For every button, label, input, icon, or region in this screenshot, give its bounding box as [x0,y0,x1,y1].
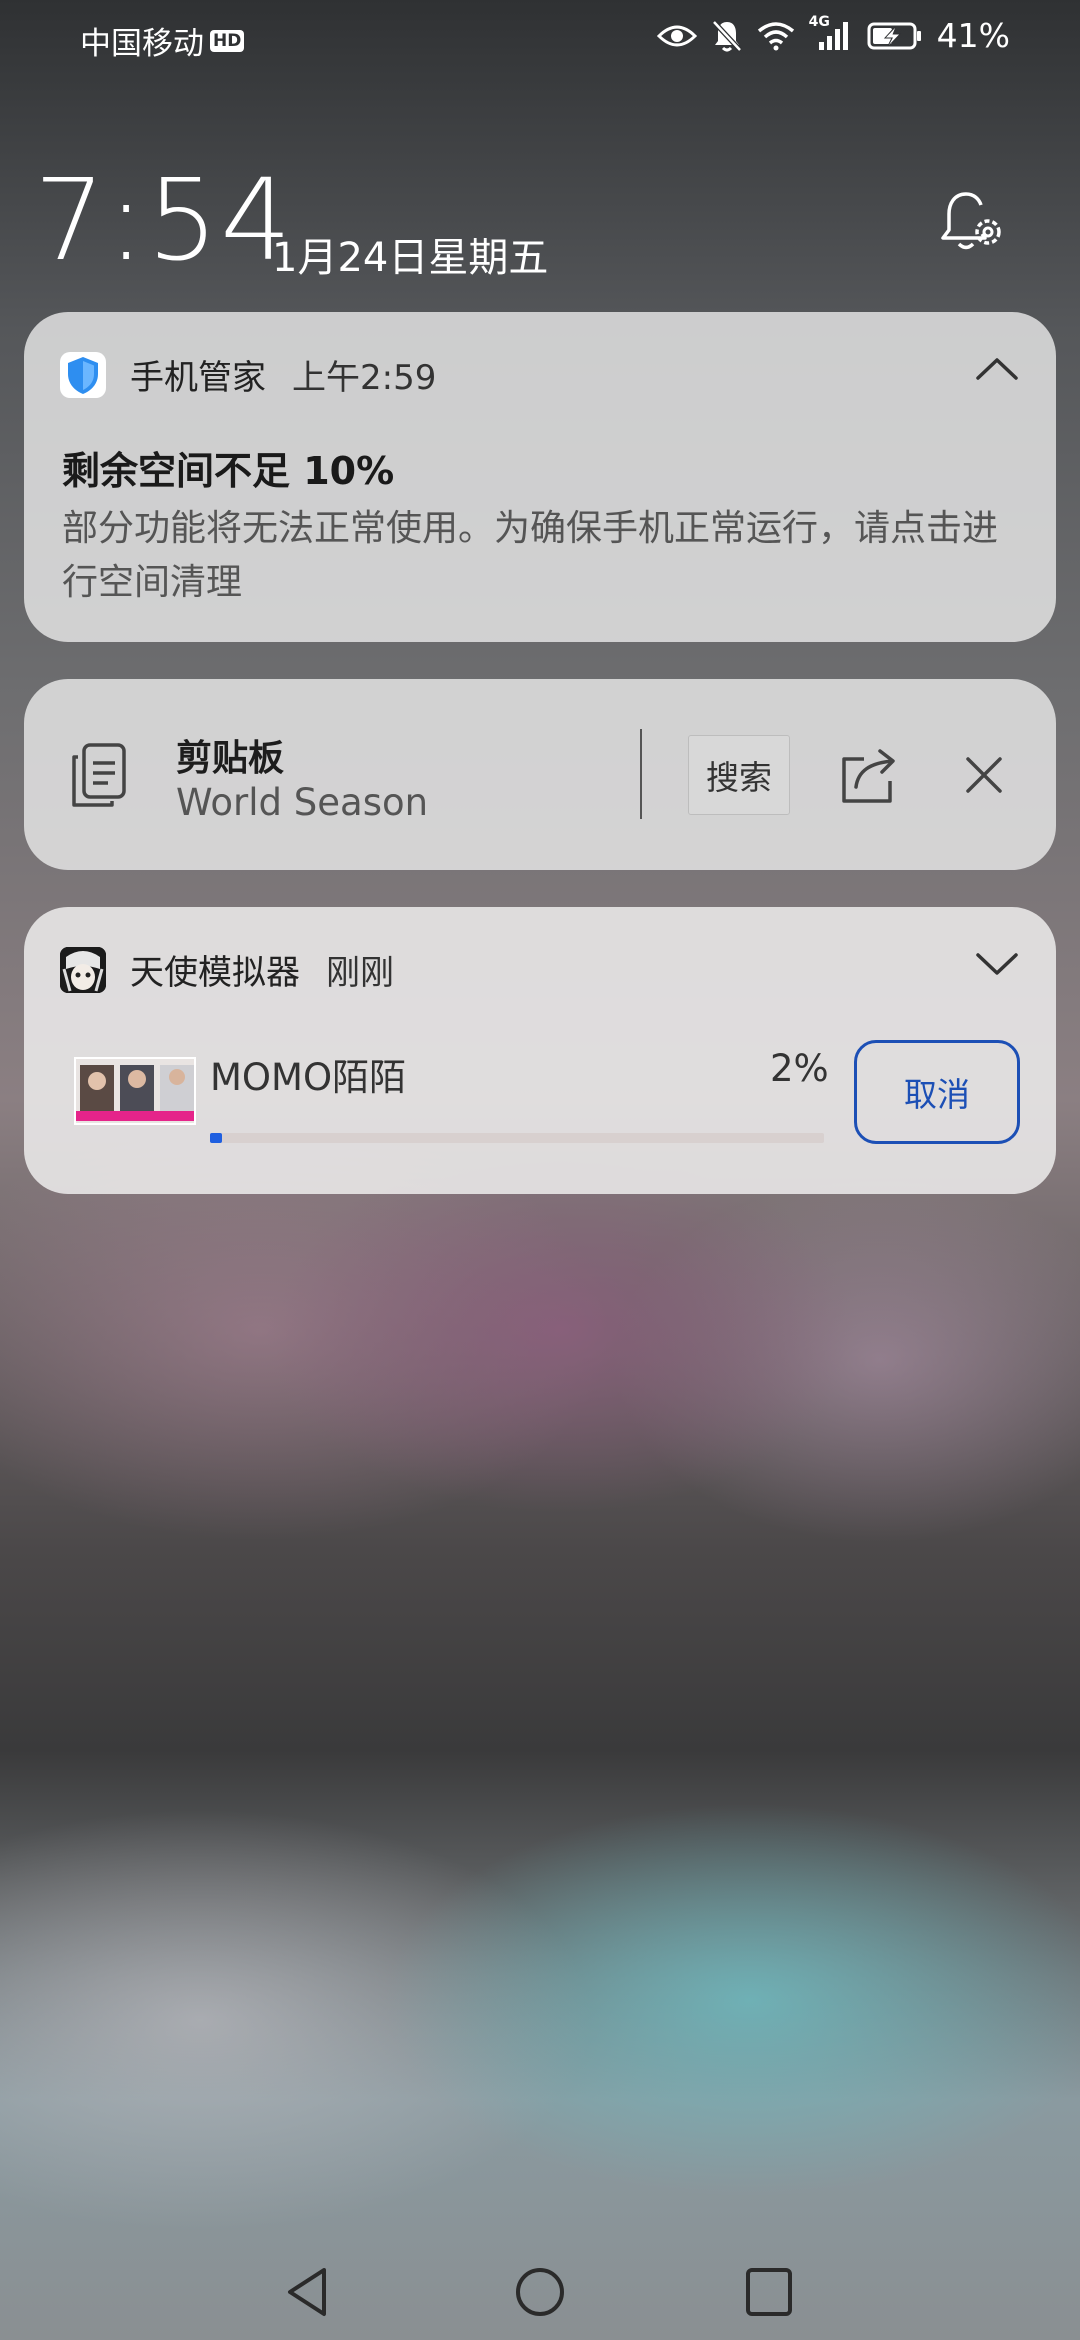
battery-percentage: 41% [936,16,1010,55]
recents-icon[interactable] [744,2266,794,2318]
clipboard-card[interactable]: 剪贴板 World Season 搜索 [24,679,1056,870]
hd-badge: HD [210,29,245,52]
clock-date: 1月24日星期五 [272,235,549,281]
download-file-name: MOMO陌陌 [210,1056,407,1099]
share-icon[interactable] [836,745,898,805]
wifi-icon [757,21,794,50]
shield-icon [68,356,98,394]
carrier-name: 中国移动 [80,26,204,62]
close-icon[interactable] [964,755,1004,795]
battery-charging-icon [867,22,921,49]
notification-header: 手机管家 上午2:59 [60,350,436,399]
eye-icon [656,25,697,46]
signal-icon: 4G [809,14,853,52]
clipboard-search-button[interactable]: 搜索 [688,735,790,815]
download-progress-fill [210,1133,223,1143]
download-notification-card[interactable]: 天使模拟器 刚刚 MOMO陌陌 2% 取消 [24,907,1056,1194]
cancel-download-button[interactable]: 取消 [854,1040,1020,1144]
storage-notification-card[interactable]: 手机管家 上午2:59 剩余空间不足 10% 部分功能将无法正常使用。为确保手机… [24,312,1056,642]
download-progress-text: 2% [770,1047,829,1090]
phone-manager-app-icon [60,351,106,398]
angel-emulator-app-icon [60,946,106,993]
navigation-bar [0,2240,1080,2340]
clipboard-content: World Season [176,781,429,824]
expand-chevron-down-icon[interactable] [974,949,1020,979]
status-icons: 4G 41% [656,14,1010,55]
notification-app-name: 天使模拟器 [130,953,300,993]
collapse-chevron-up-icon[interactable] [974,354,1020,384]
clock-time: 7:54 [34,156,294,286]
home-icon[interactable] [514,2266,566,2318]
clipboard-title: 剪贴板 [176,738,285,779]
notification-header: 天使模拟器 刚刚 [60,945,394,994]
notification-body: 部分功能将无法正常使用。为确保手机正常运行，请点击进行空间清理 [62,508,999,603]
notification-settings-icon[interactable] [936,188,1008,260]
bell-muted-icon [711,19,742,52]
download-progress-bar [210,1133,824,1143]
carrier: 中国移动 HD [80,18,245,63]
status-bar: 中国移动 HD 4G 41% [0,0,1080,76]
clipboard-icon [72,743,126,807]
notification-title: 剩余空间不足 10% [62,449,395,493]
anime-face-icon [60,946,106,993]
notification-time: 刚刚 [326,953,394,993]
download-thumbnail [74,1057,196,1125]
notification-app-name: 手机管家 [130,358,266,398]
divider [640,729,642,819]
notification-time: 上午2:59 [292,358,437,398]
back-icon[interactable] [284,2266,330,2318]
